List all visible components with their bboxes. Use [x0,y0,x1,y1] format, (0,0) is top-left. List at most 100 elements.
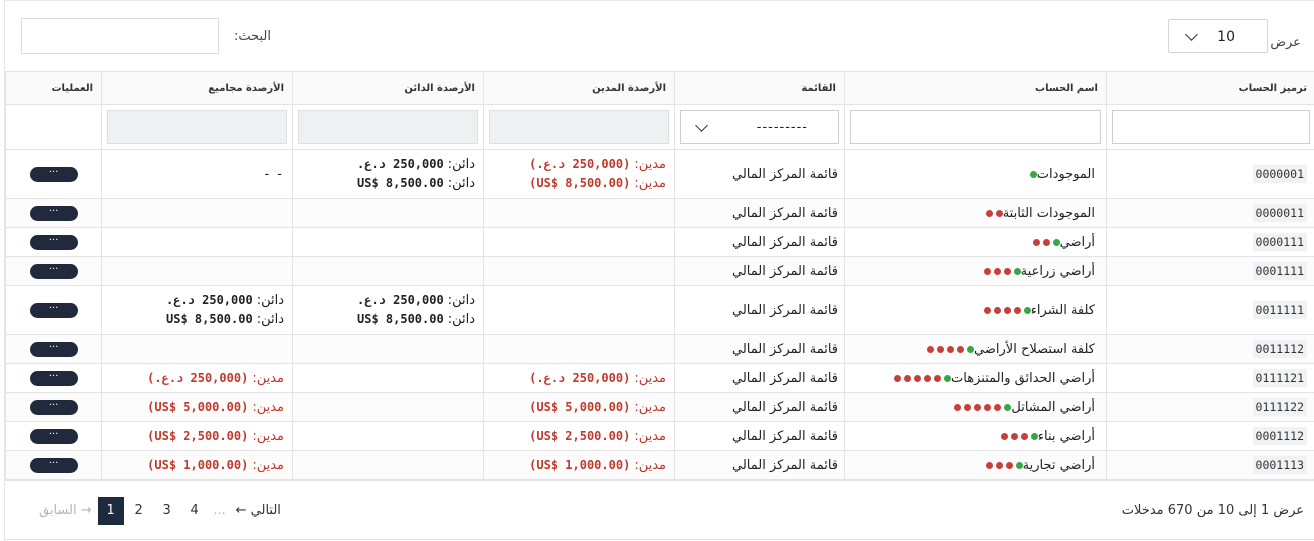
credit-balance-cell [292,198,484,228]
level-dot-red-icon [995,209,1003,217]
account-name: أراضي [1059,234,1095,250]
table-row[interactable]: 0111122 أراضي المشاتل قائمة المركز المالي م… [5,392,1314,422]
level-dot-red-icon [934,374,942,382]
credit-balance-cell [292,450,484,480]
ops-cell: ··· [5,198,102,228]
debit-line: مدين:(US$ 5,000.00) [484,398,666,417]
column-header-name[interactable]: اسم الحساب [844,71,1107,105]
search-input[interactable] [21,18,219,54]
account-name-cell: أراضي الحدائق والمتنزهات [844,363,1107,393]
credit-balance-cell [292,363,484,393]
level-dot-green-icon [1052,238,1060,246]
column-header-totals[interactable]: الأرصدة مجاميع [101,71,293,105]
credit-balance-cell [292,227,484,257]
pagination: → السابق 1 2 3 4 ... التالي ← [29,497,286,525]
level-dot-red-icon [964,403,972,411]
level-dot-red-icon [983,267,991,275]
table-row[interactable]: 0011111 كلفة الشراء قائمة المركز المالي دائ… [5,285,1314,335]
level-dot-red-icon [985,209,993,217]
row-actions-button[interactable]: ··· [29,205,78,221]
level-dot-green-icon [967,345,975,353]
table-row[interactable]: 0000011 الموجودات الثابتة قائمة المركز الم… [5,198,1314,228]
row-actions-button[interactable]: ··· [29,370,78,386]
column-header-debit[interactable]: الأرصدة المدين [483,71,675,105]
level-dot-green-icon [1029,170,1037,178]
filter-list-select[interactable]: --------- [680,110,839,144]
table-row[interactable]: 0111121 أراضي الحدائق والمتنزهات قائمة الم… [5,363,1314,393]
filter-name-input[interactable] [850,110,1101,144]
account-name: أراضي تجارية [1022,457,1095,473]
level-dot-red-icon [957,345,965,353]
column-header-code[interactable]: ترميز الحساب [1106,71,1314,105]
row-actions-button[interactable]: ··· [29,234,78,250]
account-code-cell: 0001111 [1106,256,1314,286]
account-name-cell: أراضي تجارية [844,450,1107,480]
filter-totals-disabled [107,110,287,144]
account-name: الموجودات الثابتة [1002,205,1095,221]
credit-label: دائن: [447,176,475,191]
credit-amount: US$ 8,500.00 [357,176,444,190]
column-header-list[interactable]: القائمة [674,71,845,105]
debit-line: مدين:(US$ 8,500.00) [484,174,666,193]
page-button-4[interactable]: 4 [182,497,208,525]
account-list: قائمة المركز المالي [674,363,845,393]
debit-label: مدين: [634,399,666,415]
level-dot-red-icon [1005,461,1013,469]
table-footer: عرض 1 إلى 10 من 670 مدخلات → السابق 1 2 … [5,480,1314,540]
page-size-select[interactable]: 10 [1168,19,1268,53]
account-name-cell: كلفة الشراء [844,285,1107,335]
debit-label: مدين: [252,370,284,386]
row-actions-button[interactable]: ··· [29,302,78,318]
credit-line: دائن:250,000 د.ع. [102,291,284,310]
debit-amount: (US$ 2,500.00) [529,428,631,443]
page-button-1[interactable]: 1 [97,497,124,525]
page-size-value: 10 [1217,29,1235,45]
table-row[interactable]: 0000111 أراضي قائمة المركز المالي ··· [5,227,1314,257]
pagination-ellipsis: ... [213,503,226,518]
table-row[interactable]: 0001111 أراضي زراعية قائمة المركز المالي ··… [5,256,1314,286]
row-actions-button[interactable]: ··· [29,166,78,182]
account-code-cell: 0000011 [1106,198,1314,228]
row-actions-button[interactable]: ··· [29,341,78,357]
account-code: 0001113 [1252,456,1307,474]
credit-label: دائن: [447,157,475,172]
level-dot-red-icon [927,345,935,353]
row-actions-button[interactable]: ··· [29,428,78,444]
filter-list-value: --------- [756,120,808,135]
credit-amount: 250,000 د.ع. [166,293,253,307]
account-list: قائمة المركز المالي [674,285,845,335]
next-page-button[interactable]: التالي ← [232,497,285,525]
prev-page-button[interactable]: → السابق [35,497,96,525]
credit-line: دائن:250,000 د.ع. [293,155,475,174]
account-code-cell: 0111122 [1106,392,1314,422]
table-row[interactable]: 0000001 الموجودات قائمة المركز المالي مدين:… [5,149,1314,199]
page-button-2[interactable]: 2 [126,497,152,525]
debit-balance-cell: مدين:(US$ 5,000.00) [483,392,675,422]
page-button-3[interactable]: 3 [154,497,180,525]
account-name-cell: أراضي بناء [844,421,1107,451]
chevron-down-icon [1185,28,1198,41]
debit-line: مدين:(250,000 د.ع.) [484,155,666,174]
filter-code-input[interactable] [1112,110,1310,144]
account-list: قائمة المركز المالي [674,198,845,228]
row-actions-button[interactable]: ··· [29,263,78,279]
debit-amount: (US$ 5,000.00) [529,399,631,414]
level-dot-red-icon [914,374,922,382]
credit-label: دائن: [447,312,475,327]
table-row[interactable]: 0011112 كلفة استصلاح الأراضي قائمة المركز … [5,334,1314,364]
row-actions-button[interactable]: ··· [29,399,78,415]
table-row[interactable]: 0001112 أراضي بناء قائمة المركز المالي مدين… [5,421,1314,451]
table-row[interactable]: 0001113 أراضي تجارية قائمة المركز المالي مد… [5,450,1314,480]
debit-line: مدين:(250,000 د.ع.) [484,369,666,388]
column-header-credit[interactable]: الأرصدة الدائن [292,71,484,105]
row-actions-button[interactable]: ··· [29,457,78,473]
totals-balance-cell: مدين:(US$ 5,000.00) [101,392,293,422]
totals-balance-cell [101,334,293,364]
credit-line: دائن:US$ 8,500.00 [293,174,475,193]
totals-balance-cell: مدين:(US$ 1,000.00) [101,450,293,480]
ops-cell: ··· [5,256,102,286]
ops-cell: ··· [5,227,102,257]
account-name: كلفة الشراء [1030,302,1095,318]
debit-amount: (US$ 5,000.00) [147,399,249,414]
level-dot-red-icon [1000,432,1008,440]
